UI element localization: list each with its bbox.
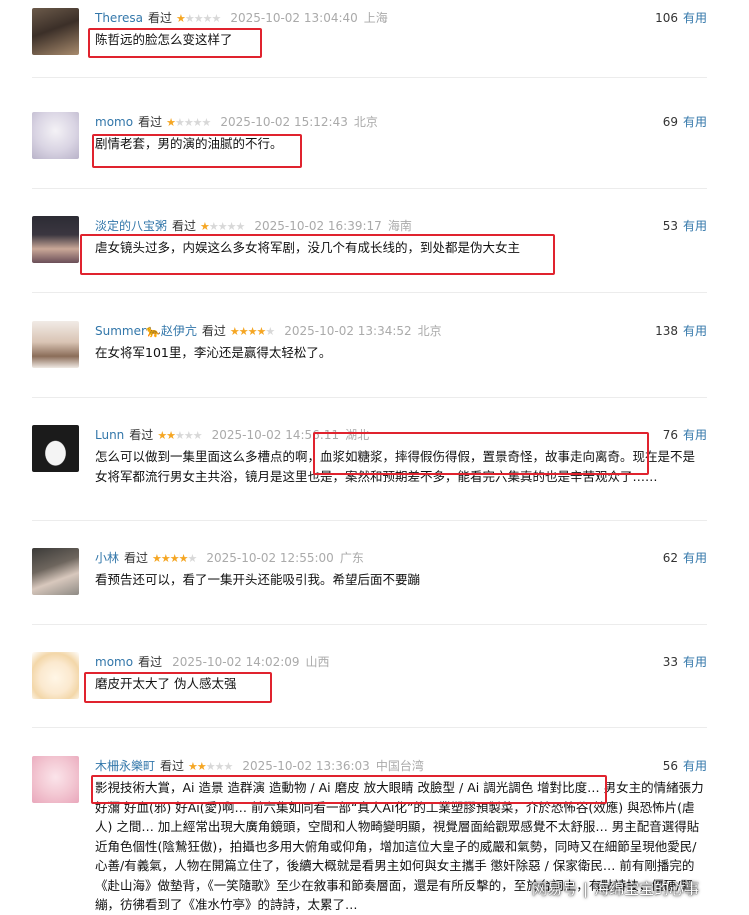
avatar[interactable] (32, 425, 79, 472)
watched-label: 看过 (138, 655, 163, 669)
comment-time: 2025-10-02 12:55:00 (206, 551, 334, 565)
useful-button[interactable]: 有用 (683, 115, 707, 129)
watched-label: 看过 (147, 11, 172, 25)
divider (32, 727, 707, 728)
username-link[interactable]: Summer🐆赵伊亢 (95, 324, 197, 338)
vote-area: 53 有用 (663, 217, 707, 235)
username-link[interactable]: Lunn (95, 428, 124, 442)
comment-time: 2025-10-02 13:04:40 (230, 11, 358, 25)
comment-location: 北京 (417, 324, 442, 338)
review-text: 虐女镜头过多，内娱这么多女将军剧，没几个有成长线的，到处都是伪大女主 (95, 240, 521, 255)
comment-time: 2025-10-02 15:12:43 (220, 115, 348, 129)
useful-button[interactable]: 有用 (683, 219, 707, 233)
avatar[interactable] (32, 756, 79, 803)
rating-stars: ★★★★★ (176, 12, 221, 25)
divider (32, 624, 707, 625)
vote-area: 33 有用 (663, 653, 707, 671)
comment-time: 2025-10-02 14:02:09 (172, 655, 300, 669)
divider (32, 397, 707, 398)
divider (32, 292, 707, 293)
username-link[interactable]: 小林 (95, 551, 119, 565)
comment-location: 湖北 (345, 428, 370, 442)
review-meta: Theresa 看过 ★★★★★ 2025-10-02 13:04:40 上海 (95, 9, 388, 27)
avatar[interactable] (32, 112, 79, 159)
vote-area: 106 有用 (655, 9, 707, 27)
username-link[interactable]: 木柵永樂町 (95, 759, 155, 773)
rating-stars: ★★★★★ (229, 325, 275, 338)
useful-button[interactable]: 有用 (683, 324, 707, 338)
avatar[interactable] (32, 216, 79, 263)
comment-time: 2025-10-02 14:56:11 (211, 428, 340, 442)
watched-label: 看过 (124, 551, 149, 565)
comment-location: 中国台湾 (375, 759, 424, 773)
comment-location: 北京 (353, 115, 378, 129)
vote-area: 69 有用 (663, 113, 707, 131)
review-text: 剧情老套，男的演的油腻的不行。 (95, 136, 283, 151)
comment-time: 2025-10-02 16:39:17 (254, 219, 382, 233)
username-link[interactable]: momo (95, 655, 133, 669)
username-link[interactable]: momo (95, 115, 133, 129)
vote-count: 53 (662, 219, 678, 233)
watermark-separator: | (583, 880, 589, 898)
useful-button[interactable]: 有用 (683, 551, 707, 565)
avatar[interactable] (32, 652, 79, 699)
useful-button[interactable]: 有用 (683, 759, 707, 773)
rating-stars: ★★★★★ (166, 116, 211, 129)
watermark-author: 海绵宝宝的心事 (594, 880, 700, 898)
rating-stars: ★★★★★ (152, 552, 197, 565)
review-meta: 淡定的八宝粥 看过 ★★★★★ 2025-10-02 16:39:17 海南 (95, 217, 412, 235)
comment-location: 山西 (305, 655, 330, 669)
review-meta: Summer🐆赵伊亢 看过 ★★★★★ 2025-10-02 13:34:52 北京 (95, 322, 442, 340)
avatar[interactable] (32, 321, 79, 368)
review-meta: Lunn 看过 ★★★★★ 2025-10-02 14:56:11 湖北 (95, 426, 369, 444)
vote-count: 56 (662, 759, 678, 773)
username-link[interactable]: 淡定的八宝粥 (95, 219, 167, 233)
review-text: 陈哲远的脸怎么变这样了 (95, 32, 233, 47)
comment-location: 上海 (363, 11, 388, 25)
review-meta: 木柵永樂町 看过 ★★★★★ 2025-10-02 13:36:03 中国台湾 (95, 757, 424, 775)
rating-stars: ★★★★★ (157, 429, 202, 442)
vote-count: 69 (662, 115, 678, 129)
useful-button[interactable]: 有用 (683, 11, 707, 25)
vote-area: 76 有用 (663, 426, 707, 444)
vote-area: 56 有用 (663, 757, 707, 775)
review-meta: momo 看过 2025-10-02 14:02:09 山西 (95, 653, 330, 671)
rating-stars: ★★★★★ (200, 220, 245, 233)
avatar[interactable] (32, 548, 79, 595)
review-text: 看预告还可以，看了一集开头还能吸引我。希望后面不要蹦 (95, 572, 421, 587)
useful-button[interactable]: 有用 (683, 428, 707, 442)
comment-location: 海南 (387, 219, 412, 233)
vote-area: 138 有用 (655, 322, 707, 340)
vote-count: 33 (662, 655, 678, 669)
divider (32, 188, 707, 189)
vote-count: 62 (662, 551, 678, 565)
review-meta: 小林 看过 ★★★★★ 2025-10-02 12:55:00 广东 (95, 549, 364, 567)
username-link[interactable]: Theresa (95, 11, 143, 25)
review-text: 怎么可以做到一集里面这么多槽点的啊，血浆如糖浆，摔得假伤得假，置景奇怪，故事走向… (95, 449, 696, 484)
vote-area: 62 有用 (663, 549, 707, 567)
watermark-platform: 网易号 (532, 880, 578, 898)
useful-button[interactable]: 有用 (683, 655, 707, 669)
comment-location: 广东 (339, 551, 364, 565)
comment-time: 2025-10-02 13:36:03 (242, 759, 370, 773)
watched-label: 看过 (160, 759, 185, 773)
divider (32, 520, 707, 521)
watched-label: 看过 (201, 324, 226, 338)
review-text: 磨皮开太大了 伪人感太强 (95, 676, 237, 691)
review-text: 在女将军101里，李沁还是赢得太轻松了。 (95, 345, 332, 360)
vote-count: 76 (662, 428, 678, 442)
watched-label: 看过 (138, 115, 163, 129)
vote-count: 106 (655, 11, 678, 25)
comment-time: 2025-10-02 13:34:52 (284, 324, 412, 338)
avatar[interactable] (32, 8, 79, 55)
watched-label: 看过 (129, 428, 154, 442)
watched-label: 看过 (172, 219, 197, 233)
review-meta: momo 看过 ★★★★★ 2025-10-02 15:12:43 北京 (95, 113, 378, 131)
vote-count: 138 (655, 324, 678, 338)
divider (32, 77, 707, 78)
rating-stars: ★★★★★ (188, 760, 233, 773)
watermark: 网易号 | 海绵宝宝的心事 (532, 877, 699, 901)
